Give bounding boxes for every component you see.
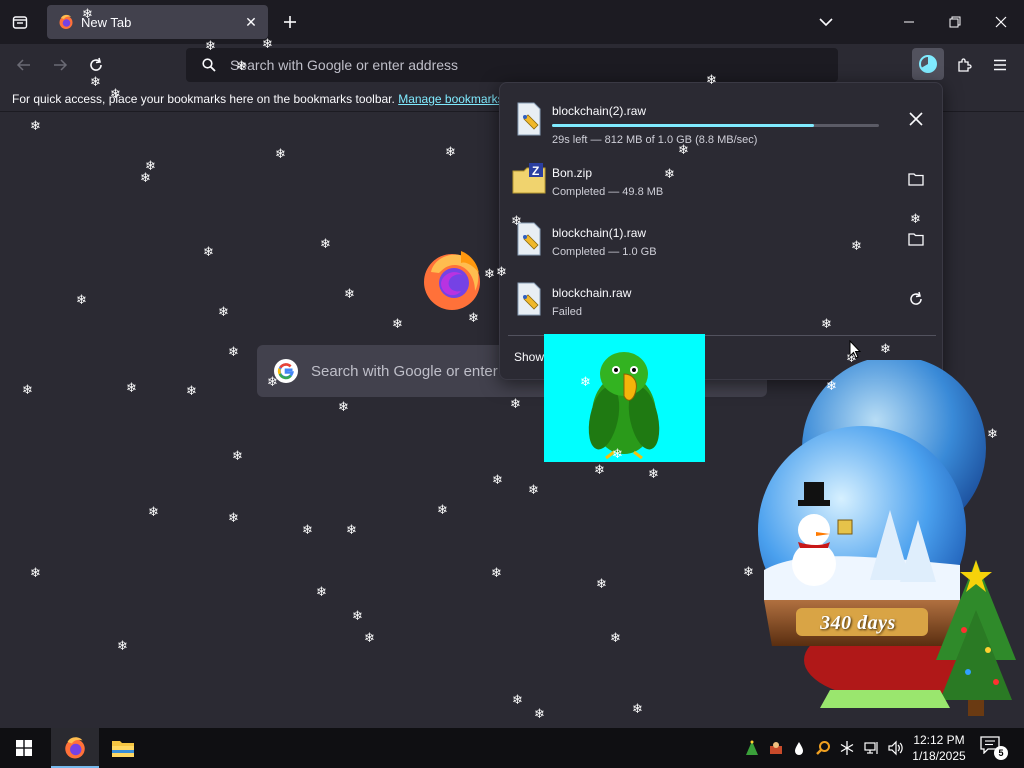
download-item[interactable]: Z Bon.zip Completed — 49.8 MB xyxy=(508,149,936,209)
firefox-icon xyxy=(59,14,73,29)
navigation-toolbar xyxy=(0,44,1024,86)
address-bar[interactable] xyxy=(186,48,838,82)
download-filename: blockchain(2).raw xyxy=(552,104,647,118)
address-input[interactable] xyxy=(230,57,790,73)
minimize-icon xyxy=(904,21,914,23)
retry-download-button[interactable] xyxy=(904,287,928,311)
download-progress-fill xyxy=(552,124,814,127)
mouse-cursor-icon xyxy=(849,340,861,359)
tab-new-tab[interactable]: New Tab ✕ xyxy=(47,5,268,39)
tray-app-icon[interactable] xyxy=(766,738,786,758)
plus-icon xyxy=(284,16,296,28)
downloads-button[interactable] xyxy=(912,48,944,80)
svg-text:Z: Z xyxy=(532,164,539,178)
close-window-button[interactable] xyxy=(978,0,1024,44)
cancel-download-button[interactable] xyxy=(904,107,928,131)
cancel-icon xyxy=(909,112,923,126)
tab-close-icon[interactable]: ✕ xyxy=(241,12,261,32)
firefox-logo xyxy=(424,251,480,310)
action-center-button[interactable]: 5 xyxy=(980,736,1008,760)
raw-file-icon xyxy=(517,102,541,136)
raw-file-icon xyxy=(517,222,541,256)
new-tab-button[interactable] xyxy=(278,10,302,34)
notification-count-badge: 5 xyxy=(994,746,1008,760)
app-menu-button[interactable] xyxy=(986,51,1014,79)
download-progress-icon xyxy=(919,55,937,73)
download-item[interactable]: blockchain(1).raw Completed — 1.0 GB xyxy=(508,209,936,269)
reload-button[interactable] xyxy=(82,51,110,79)
tab-title: New Tab xyxy=(81,14,132,30)
extensions-button[interactable] xyxy=(950,51,978,79)
show-in-folder-button[interactable] xyxy=(904,167,928,191)
restore-button[interactable] xyxy=(932,0,978,44)
system-clock[interactable]: 12:12 PM 1/18/2025 xyxy=(908,732,970,764)
raw-file-icon xyxy=(517,282,541,316)
reload-icon xyxy=(90,57,102,71)
snow-globe-widget xyxy=(740,356,1024,728)
folder-icon xyxy=(908,233,924,246)
download-progress-bar xyxy=(552,124,879,127)
list-all-tabs-button[interactable] xyxy=(814,10,838,34)
parrot-image xyxy=(588,352,660,460)
clock-date: 1/18/2025 xyxy=(912,749,966,763)
folder-icon xyxy=(112,741,134,757)
show-all-downloads-button[interactable]: Show xyxy=(514,350,544,364)
download-status: Failed xyxy=(552,306,582,318)
forward-arrow-icon xyxy=(54,59,68,71)
close-icon xyxy=(995,16,1007,28)
bookmarks-message: For quick access, place your bookmarks h… xyxy=(12,92,395,106)
zip-file-icon: Z xyxy=(512,163,546,194)
volume-icon[interactable] xyxy=(885,738,905,758)
start-button[interactable] xyxy=(0,728,48,768)
back-button[interactable] xyxy=(10,51,38,79)
download-item[interactable]: blockchain(2).raw 29s left — 812 MB of 1… xyxy=(508,89,936,149)
chevron-down-icon xyxy=(819,18,833,27)
tab-strip: New Tab ✕ xyxy=(0,0,1024,44)
download-item[interactable]: blockchain.raw Failed xyxy=(508,269,936,329)
download-status: Completed — 49.8 MB xyxy=(552,186,664,198)
firefox-icon xyxy=(65,737,85,759)
taskbar-firefox[interactable] xyxy=(51,728,99,768)
search-icon xyxy=(200,56,218,74)
retry-icon xyxy=(910,291,922,305)
firefox-view-button[interactable] xyxy=(8,10,32,34)
firefox-view-icon xyxy=(12,16,28,29)
days-counter-label: 340 days xyxy=(820,612,896,634)
snow-globe-image xyxy=(758,356,1016,716)
folder-icon xyxy=(908,173,924,186)
puzzle-icon xyxy=(958,58,972,72)
back-arrow-icon xyxy=(16,59,30,71)
tray-tree-icon[interactable] xyxy=(742,738,762,758)
network-icon[interactable] xyxy=(861,738,881,758)
manage-bookmarks-link[interactable]: Manage bookmarks xyxy=(398,92,503,106)
download-filename: blockchain(1).raw xyxy=(552,226,647,240)
taskbar: 12:12 PM 1/18/2025 5 xyxy=(0,728,1024,768)
download-filename: blockchain.raw xyxy=(552,286,632,300)
download-status: Completed — 1.0 GB xyxy=(552,246,657,258)
forward-button[interactable] xyxy=(46,51,74,79)
show-in-folder-button[interactable] xyxy=(904,227,928,251)
minimize-button[interactable] xyxy=(886,0,932,44)
restore-icon xyxy=(949,16,961,28)
tray-search-icon[interactable] xyxy=(813,738,833,758)
parrot-overlay xyxy=(544,334,705,462)
clock-time: 12:12 PM xyxy=(913,733,965,747)
taskbar-file-explorer[interactable] xyxy=(99,728,147,768)
google-icon xyxy=(274,359,298,383)
download-filename: Bon.zip xyxy=(552,166,593,180)
download-status: 29s left — 812 MB of 1.0 GB (8.8 MB/sec) xyxy=(552,134,758,146)
droplet-icon[interactable] xyxy=(789,738,809,758)
snowflake-tray-icon[interactable] xyxy=(837,738,857,758)
hamburger-menu-icon xyxy=(994,59,1006,71)
windows-logo-icon xyxy=(16,740,32,756)
